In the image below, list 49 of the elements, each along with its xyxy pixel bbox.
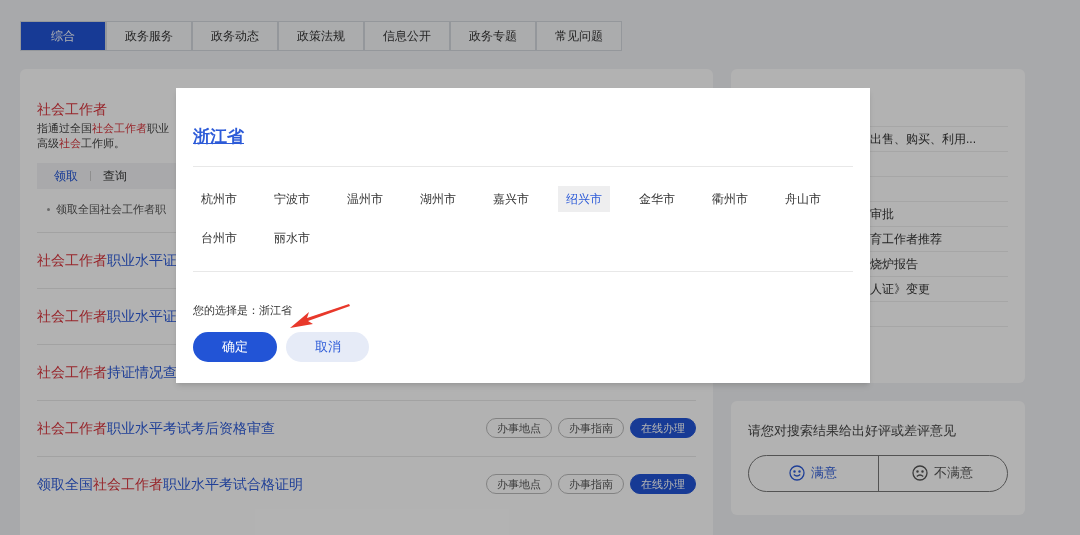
city-option[interactable]: 杭州市 [193,186,245,212]
city-option[interactable]: 湖州市 [412,186,464,212]
confirm-button[interactable]: 确定 [193,332,277,362]
side-link[interactable]: 审批 [870,205,894,223]
action-button[interactable]: 办事指南 [558,418,624,438]
city-option[interactable]: 金华市 [631,186,683,212]
smile-icon [789,465,806,481]
result-link[interactable]: 社会工作者持证情况查 [37,361,177,383]
action-button[interactable]: 在线办理 [630,418,696,438]
province-link[interactable]: 浙江省 [193,127,244,146]
city-option[interactable]: 绍兴市 [558,186,610,212]
sub-tab[interactable]: 领取 [54,167,78,185]
city-option[interactable]: 温州市 [339,186,391,212]
feedback-button[interactable]: 满意 [749,455,878,491]
city-option[interactable]: 丽水市 [266,225,318,251]
action-button[interactable]: 办事地点 [486,474,552,494]
selection-text: 您的选择是：浙江省 [193,302,292,318]
city-option[interactable]: 舟山市 [777,186,829,212]
result-link[interactable]: 社会工作者职业水平证 [37,305,177,327]
sub-tab[interactable]: 查询 [103,167,127,185]
nav-tab[interactable]: 政务动态 [192,21,278,51]
nav-tab[interactable]: 常见问题 [536,21,622,51]
action-button[interactable]: 办事指南 [558,474,624,494]
feedback-button[interactable]: 不满意 [877,455,1007,491]
bullet-icon [47,207,50,211]
result-link[interactable]: 社会工作者职业水平考试考后资格审查 [37,417,275,439]
action-button[interactable]: 办事地点 [486,418,552,438]
result-description: 指通过全国社会工作者职业 [37,121,169,136]
side-link[interactable]: 烧炉报告 [870,255,918,273]
result-link[interactable]: 领取全国社会工作者职业水平考试合格证明 [37,473,303,495]
city-option[interactable]: 台州市 [193,225,245,251]
nav-tab[interactable]: 政务服务 [106,21,192,51]
bullet-text[interactable]: 领取全国社会工作者职 [56,201,166,218]
city-option[interactable]: 衢州市 [704,186,756,212]
result-description: 高级社会工作师。 [37,136,125,151]
side-link[interactable]: 人证》变更 [870,280,930,298]
city-option[interactable]: 宁波市 [266,186,318,212]
nav-tab[interactable]: 政务专题 [450,21,536,51]
feedback-prompt: 请您对搜索结果给出好评或差评意见 [748,422,957,440]
city-option[interactable]: 嘉兴市 [485,186,537,212]
nav-tab[interactable]: 政策法规 [278,21,364,51]
cancel-button[interactable]: 取消 [286,332,369,362]
result-link[interactable]: 社会工作者职业水平证 [37,249,177,271]
frown-icon [912,465,929,481]
side-link[interactable]: 出售、购买、利用... [870,130,976,148]
nav-tab[interactable]: 综合 [20,21,106,51]
side-link[interactable]: 育工作者推荐 [870,230,942,248]
nav-tab[interactable]: 信息公开 [364,21,450,51]
action-button[interactable]: 在线办理 [630,474,696,494]
